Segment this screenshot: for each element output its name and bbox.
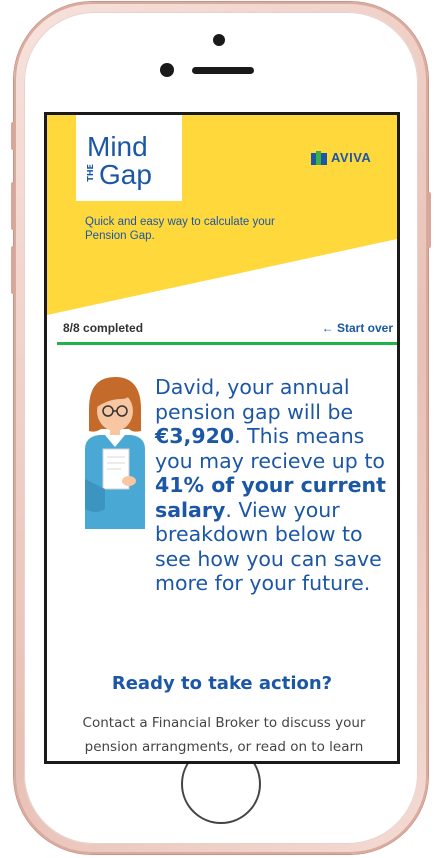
aviva-logo-text: AVIVA — [331, 150, 372, 165]
progress-bar-fill — [57, 342, 397, 345]
app-screen: Mind THE Gap AVIVA Quick and easy way to… — [44, 112, 400, 764]
power-button — [427, 192, 431, 248]
mute-switch — [11, 122, 15, 150]
volume-up-button — [11, 182, 15, 230]
start-over-button[interactable]: ← Start over — [322, 321, 393, 335]
pension-gap-amount: €3,920 — [155, 424, 235, 448]
cta-heading: Ready to take action? — [111, 673, 333, 694]
volume-down-button — [11, 246, 15, 294]
camera-icon — [213, 34, 225, 46]
logo-gap-text: Gap — [99, 159, 152, 190]
logo-the-text: THE — [86, 164, 95, 182]
progress-header: 8/8 completed ← Start over — [63, 321, 393, 335]
pension-gap-result: David, your annual pension gap will be €… — [155, 375, 395, 596]
cta-description: Contact a Financial Broker to discuss yo… — [82, 715, 366, 755]
mind-the-gap-logo[interactable]: Mind THE Gap — [76, 115, 182, 201]
start-over-label: Start over — [336, 321, 393, 335]
tagline: Quick and easy way to calculate your Pen… — [85, 216, 275, 242]
arrow-left-icon: ← — [321, 321, 334, 335]
result-text-intro: David, your annual pension gap will be — [155, 375, 354, 424]
front-camera-icon — [160, 63, 174, 77]
progress-status: 8/8 completed — [63, 321, 144, 335]
progress-bar — [57, 342, 397, 345]
aviva-mark-icon — [311, 151, 327, 165]
logo-mind-text: Mind — [87, 131, 148, 162]
advisor-avatar-illustration — [85, 377, 145, 529]
earpiece-speaker — [192, 67, 254, 74]
